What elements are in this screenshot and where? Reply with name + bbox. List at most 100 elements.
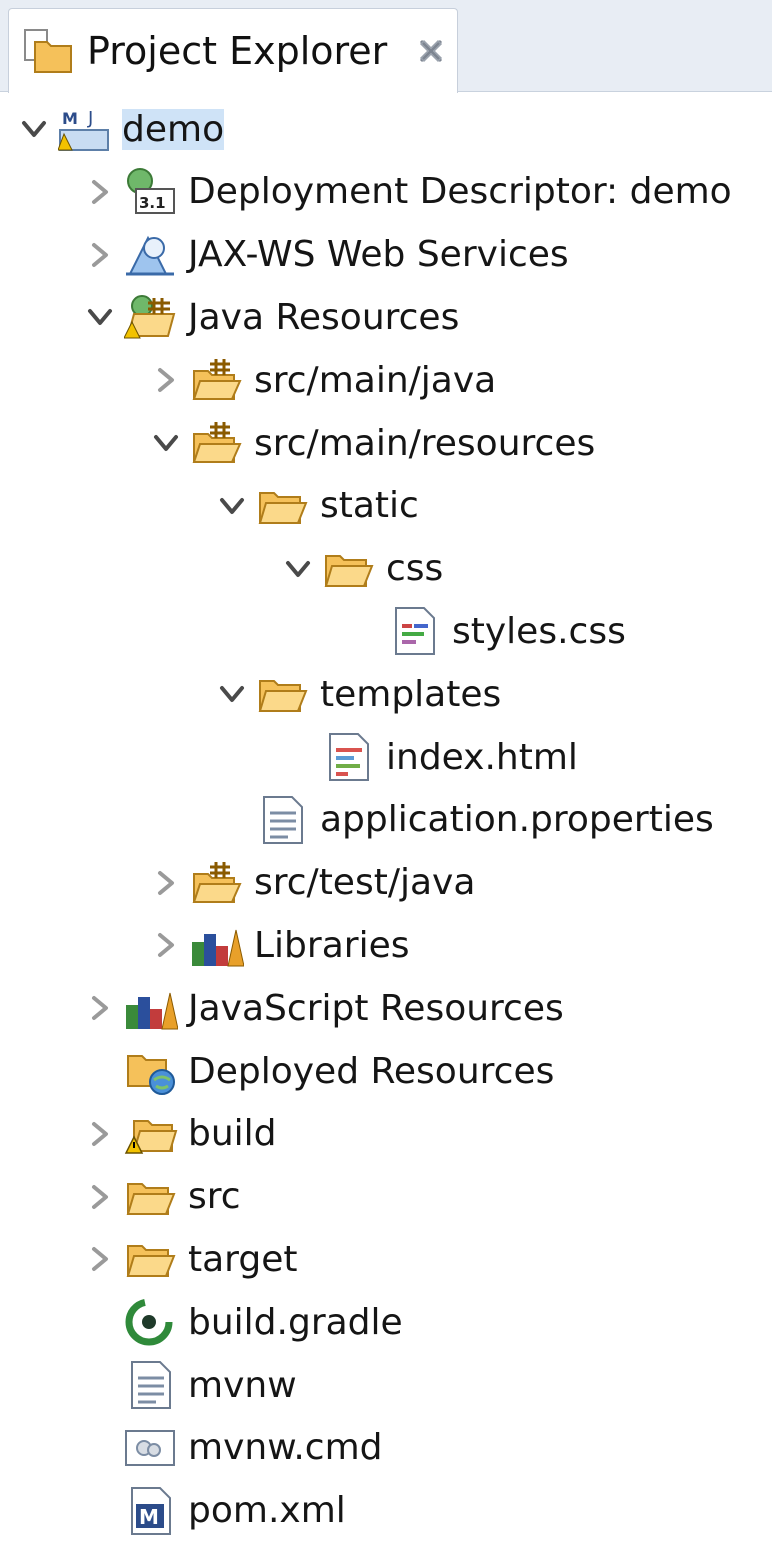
tree-toggle xyxy=(344,611,384,651)
tree-item-label[interactable]: styles.css xyxy=(452,611,626,652)
chevron-right-icon[interactable] xyxy=(80,988,120,1028)
tree-toggle[interactable] xyxy=(278,549,318,589)
chevron-right-icon[interactable] xyxy=(146,360,186,400)
tree-item-label[interactable]: src/test/java xyxy=(254,862,475,903)
tree-toggle[interactable] xyxy=(14,109,54,149)
source-folder-icon xyxy=(190,418,244,468)
tree-item-label[interactable]: src/main/resources xyxy=(254,423,595,464)
tree-item[interactable]: M Jdemo xyxy=(0,98,772,160)
tree-toggle[interactable] xyxy=(80,235,120,275)
tree-item-label[interactable]: pom.xml xyxy=(188,1490,346,1531)
svg-text:J: J xyxy=(87,108,93,129)
tree-item-label[interactable]: target xyxy=(188,1239,297,1280)
tree-item[interactable]: JavaScript Resources xyxy=(0,977,772,1039)
chevron-right-icon[interactable] xyxy=(80,172,120,212)
tree-item-label[interactable]: css xyxy=(386,548,443,589)
libraries-icon xyxy=(190,920,245,970)
tree-item-label[interactable]: build.gradle xyxy=(188,1302,403,1343)
tree-toggle xyxy=(278,737,318,777)
tree-item-label[interactable]: static xyxy=(320,485,419,526)
tree-item[interactable]: JAX-WS Web Services xyxy=(0,224,772,286)
tree-toggle[interactable] xyxy=(146,863,186,903)
chevron-right-icon[interactable] xyxy=(146,925,186,965)
tree-item[interactable]: Deployed Resources xyxy=(0,1040,772,1102)
tree-item-label[interactable]: JavaScript Resources xyxy=(188,988,564,1029)
tree-item-label[interactable]: JAX-WS Web Services xyxy=(188,234,569,275)
tree-toggle[interactable] xyxy=(80,988,120,1028)
tree-item[interactable]: mvnw xyxy=(0,1354,772,1416)
tree-item[interactable]: src/main/java xyxy=(0,349,772,411)
tree-toggle xyxy=(80,1365,120,1405)
tree-item[interactable]: build.gradle xyxy=(0,1291,772,1353)
tree-item[interactable]: css xyxy=(0,538,772,600)
tree-item[interactable]: styles.css xyxy=(0,600,772,662)
tree-item-label[interactable]: demo xyxy=(122,108,225,150)
tree-item-label[interactable]: Java Resources xyxy=(188,297,459,338)
tree-item[interactable]: 3.1 Deployment Descriptor: demo xyxy=(0,161,772,223)
tree-item[interactable]: src/main/resources xyxy=(0,412,772,474)
tree-toggle[interactable] xyxy=(80,1114,120,1154)
tree-item[interactable]: src/test/java xyxy=(0,852,772,914)
tree-item[interactable]: templates xyxy=(0,663,772,725)
source-folder-icon xyxy=(190,355,244,405)
tree-toggle[interactable] xyxy=(80,1239,120,1279)
chevron-right-icon[interactable] xyxy=(80,1114,120,1154)
tree-item-label[interactable]: Libraries xyxy=(254,925,409,966)
svg-text:M: M xyxy=(62,109,78,128)
chevron-right-icon[interactable] xyxy=(80,1239,120,1279)
tree-item-label[interactable]: index.html xyxy=(386,737,578,778)
tree-item[interactable]: static xyxy=(0,475,772,537)
tree-item-label[interactable]: Deployment Descriptor: demo xyxy=(188,171,732,212)
folder-icon xyxy=(124,1172,178,1222)
tab-project-explorer[interactable]: Project Explorer xyxy=(8,8,458,93)
tree-item[interactable]: Mpom.xml xyxy=(0,1480,772,1542)
tree-item[interactable]: Java Resources xyxy=(0,286,772,348)
tree-toggle xyxy=(80,1302,120,1342)
chevron-down-icon[interactable] xyxy=(212,486,252,526)
chevron-down-icon[interactable] xyxy=(146,423,186,463)
java-resources-icon xyxy=(123,292,178,342)
chevron-down-icon[interactable] xyxy=(14,109,54,149)
chevron-right-icon[interactable] xyxy=(146,863,186,903)
tree-toggle[interactable] xyxy=(146,423,186,463)
chevron-down-icon[interactable] xyxy=(212,674,252,714)
folder-icon xyxy=(256,669,310,719)
tree-item[interactable]: mvnw.cmd xyxy=(0,1417,772,1479)
tree-toggle[interactable] xyxy=(212,486,252,526)
tree-toggle[interactable] xyxy=(80,172,120,212)
tree-item-label[interactable]: build xyxy=(188,1113,277,1154)
tree-item-label[interactable]: templates xyxy=(320,674,501,715)
tree-item-label[interactable]: src xyxy=(188,1176,241,1217)
tree-toggle[interactable] xyxy=(212,674,252,714)
deployed-resources-icon xyxy=(124,1046,178,1096)
warning-folder-icon xyxy=(124,1109,178,1159)
chevron-right-icon[interactable] xyxy=(80,235,120,275)
maven-web-project-icon: MJ xyxy=(57,104,112,154)
tree-toggle[interactable] xyxy=(146,925,186,965)
tree-item-label[interactable]: application.properties xyxy=(320,799,714,840)
maven-pom-icon: M xyxy=(124,1486,178,1536)
tree-toggle[interactable] xyxy=(80,297,120,337)
tree-item[interactable]: src xyxy=(0,1166,772,1228)
chevron-right-icon[interactable] xyxy=(80,1177,120,1217)
tree-item[interactable]: target xyxy=(0,1228,772,1290)
gradle-file-icon xyxy=(124,1297,178,1347)
tree-item-label[interactable]: mvnw xyxy=(188,1365,297,1406)
cmd-file-icon xyxy=(124,1423,178,1473)
tree-item-label[interactable]: Deployed Resources xyxy=(188,1051,554,1092)
tree-item-label[interactable]: src/main/java xyxy=(254,360,496,401)
tree-item[interactable]: Libraries xyxy=(0,914,772,976)
web-services-icon xyxy=(124,230,178,280)
close-icon[interactable] xyxy=(415,35,447,67)
deployment-descriptor-icon: 3.1 xyxy=(124,167,178,217)
chevron-down-icon[interactable] xyxy=(80,297,120,337)
folder-icon xyxy=(322,544,376,594)
svg-text:M: M xyxy=(139,1505,159,1529)
tree-toggle[interactable] xyxy=(80,1177,120,1217)
chevron-down-icon[interactable] xyxy=(278,549,318,589)
tree-item-label[interactable]: mvnw.cmd xyxy=(188,1427,382,1468)
tree-toggle[interactable] xyxy=(146,360,186,400)
tree-item[interactable]: build xyxy=(0,1103,772,1165)
tree-item[interactable]: index.html xyxy=(0,726,772,788)
tree-item[interactable]: application.properties xyxy=(0,789,772,851)
